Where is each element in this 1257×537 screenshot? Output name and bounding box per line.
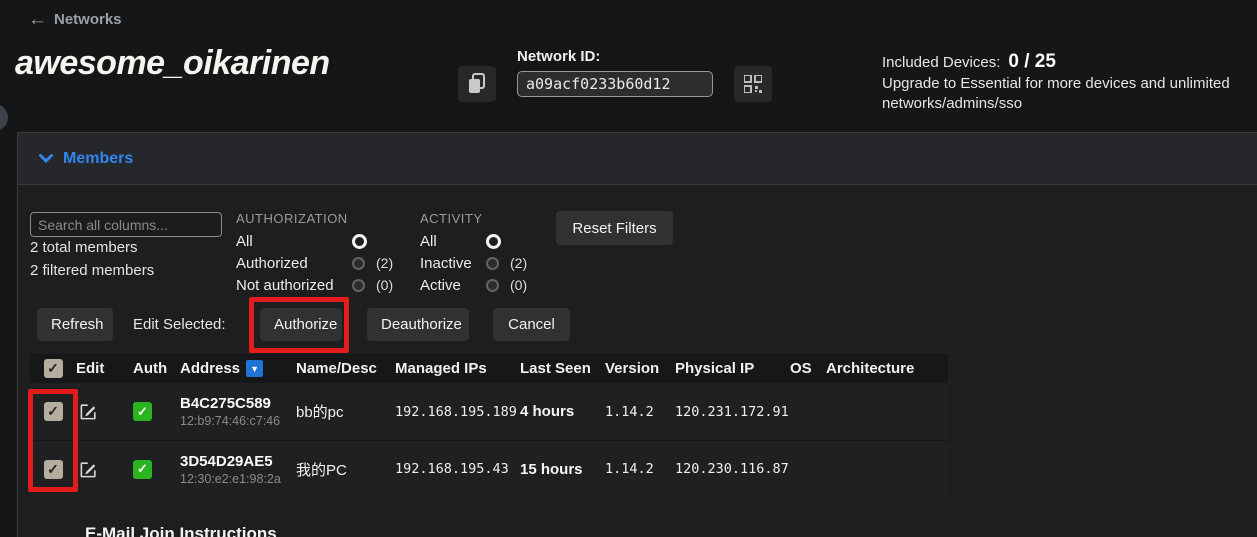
radio-option-label: All (236, 233, 352, 250)
member-managed-ips: 192.168.195.43 (395, 461, 520, 477)
sort-descending-icon[interactable]: ▼ (246, 360, 263, 377)
member-row: 3D54D29AE5 12:30:e2:e1:98:2a 我的PC 192.16… (30, 440, 948, 497)
cancel-button[interactable]: Cancel (493, 308, 570, 341)
activity-filter-label: ACTIVITY (420, 211, 538, 226)
radio-option-all[interactable]: All (420, 230, 538, 252)
member-version: 1.14.2 (605, 404, 675, 420)
radio-option-count: (0) (370, 277, 404, 293)
radio-option-count: (2) (370, 255, 404, 271)
radio-option-authorized[interactable]: Authorized (2) (236, 252, 404, 274)
radio-option-active[interactable]: Active (0) (420, 274, 538, 296)
authorized-check-icon[interactable] (133, 460, 152, 479)
radio-option-label: All (420, 233, 486, 250)
col-header-os: OS (790, 360, 826, 377)
activity-filter-group: ACTIVITY All Inactive (2) Active (0) (420, 211, 538, 296)
authorization-filter-label: AUTHORIZATION (236, 211, 404, 226)
col-header-version: Version (605, 360, 675, 377)
radio-option-count: (0) (504, 277, 538, 293)
row-checkbox[interactable] (44, 402, 63, 421)
edit-selected-label: Edit Selected: (133, 316, 226, 333)
member-physical-ip: 120.230.116.87 (675, 461, 790, 477)
members-section-title: Members (63, 150, 133, 168)
deauthorize-button[interactable]: Deauthorize (367, 308, 469, 341)
network-id-label: Network ID: (517, 48, 600, 65)
member-mac: 12:30:e2:e1:98:2a (180, 472, 296, 486)
radio-option-count: (2) (504, 255, 538, 271)
email-join-instructions-heading: E-Mail Join Instructions (85, 524, 277, 537)
edit-member-button[interactable] (79, 402, 98, 421)
radio-option-label: Active (420, 277, 486, 294)
radio-option-all[interactable]: All (236, 230, 404, 252)
member-mac: 12:b9:74:46:c7:46 (180, 414, 296, 428)
radio-selected-icon[interactable] (486, 234, 501, 249)
col-header-name: Name/Desc (296, 360, 395, 377)
authorize-button[interactable]: Authorize (260, 308, 342, 341)
help-widget-partial (0, 104, 8, 131)
member-physical-ip: 120.231.172.91 (675, 404, 790, 420)
edit-member-button[interactable] (79, 460, 98, 479)
member-managed-ips: 192.168.195.189 (395, 404, 520, 420)
filtered-members-text: 2 filtered members (30, 262, 154, 279)
back-arrow-icon: ← (28, 10, 47, 29)
member-address: B4C275C589 (180, 395, 296, 412)
col-header-physical-ip: Physical IP (675, 360, 790, 377)
breadcrumb-networks[interactable]: ← Networks (28, 10, 122, 29)
member-name: bb的pc (296, 401, 395, 422)
qr-code-button[interactable] (734, 66, 772, 102)
radio-selected-icon[interactable] (352, 234, 367, 249)
radio-icon[interactable] (352, 257, 365, 270)
col-header-last-seen: Last Seen (520, 360, 605, 377)
qr-code-icon (744, 75, 762, 93)
row-checkbox[interactable] (44, 460, 63, 479)
network-detail-page: ← Networks awesome_oikarinen Network ID:… (0, 0, 1257, 537)
col-header-architecture: Architecture (826, 360, 948, 377)
radio-option-not-authorized[interactable]: Not authorized (0) (236, 274, 404, 296)
copy-icon (467, 73, 487, 95)
col-header-address[interactable]: Address ▼ (180, 360, 296, 377)
network-id-input[interactable] (517, 71, 713, 97)
member-last-seen: 4 hours (520, 403, 605, 420)
col-header-auth: Auth (133, 360, 180, 377)
select-all-checkbox[interactable] (44, 359, 63, 378)
member-version: 1.14.2 (605, 461, 675, 477)
col-header-edit: Edit (76, 360, 133, 377)
radio-option-label: Inactive (420, 255, 486, 272)
authorized-check-icon[interactable] (133, 402, 152, 421)
upgrade-text: Upgrade to Essential for more devices an… (882, 74, 1256, 114)
radio-option-label: Not authorized (236, 277, 352, 294)
radio-option-label: Authorized (236, 255, 352, 272)
col-header-address-label: Address (180, 360, 240, 377)
refresh-button[interactable]: Refresh (37, 308, 113, 341)
included-devices-label: Included Devices: (882, 53, 1000, 73)
edit-icon (79, 402, 98, 421)
authorization-filter-group: AUTHORIZATION All Authorized (2) Not aut… (236, 211, 404, 296)
radio-icon[interactable] (486, 257, 499, 270)
search-input[interactable] (30, 212, 222, 237)
included-devices-count: 0 / 25 (1008, 52, 1056, 72)
total-members-text: 2 total members (30, 239, 138, 256)
radio-icon[interactable] (352, 279, 365, 292)
members-section-header[interactable]: Members (18, 133, 1257, 185)
member-address: 3D54D29AE5 (180, 453, 296, 470)
radio-option-inactive[interactable]: Inactive (2) (420, 252, 538, 274)
radio-icon[interactable] (486, 279, 499, 292)
member-row: B4C275C589 12:b9:74:46:c7:46 bb的pc 192.1… (30, 383, 948, 440)
members-table-header: Edit Auth Address ▼ Name/Desc Managed IP… (30, 354, 948, 383)
page-title: awesome_oikarinen (15, 44, 330, 83)
col-header-managed-ips: Managed IPs (395, 360, 520, 377)
breadcrumb-label: Networks (54, 11, 122, 28)
copy-network-id-button[interactable] (458, 66, 496, 102)
included-devices-block: Included Devices: 0 / 25 Upgrade to Esse… (882, 52, 1256, 114)
member-name: 我的PC (296, 459, 395, 480)
chevron-down-icon (39, 154, 53, 163)
reset-filters-button[interactable]: Reset Filters (556, 211, 673, 245)
member-last-seen: 15 hours (520, 461, 605, 478)
edit-icon (79, 460, 98, 479)
